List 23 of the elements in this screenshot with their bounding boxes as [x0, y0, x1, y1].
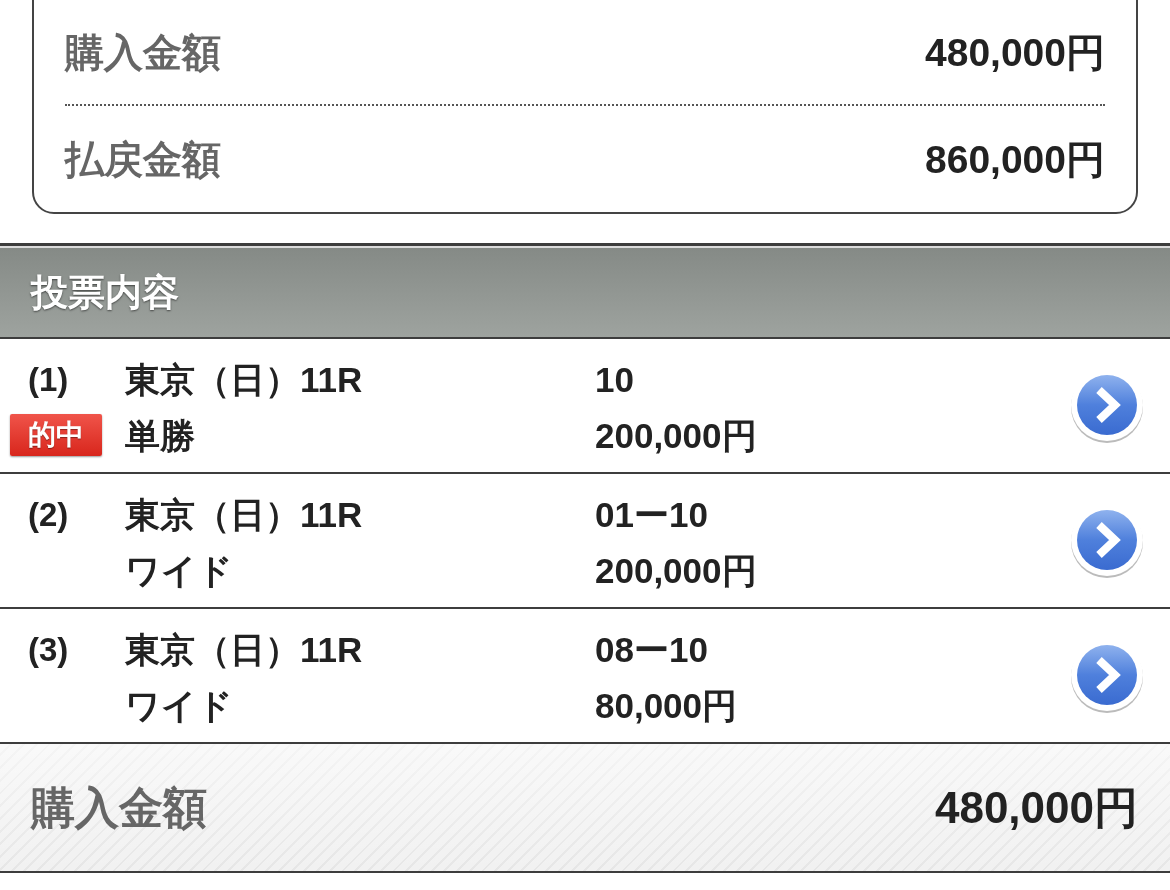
bet-selection: 01ー10 [595, 496, 708, 532]
bet-amount: 200,000円 [595, 417, 757, 453]
bet-number: (1) [28, 362, 69, 396]
race-name: 東京（日）11R [125, 361, 363, 397]
bet-selection: 10 [595, 361, 634, 397]
bet-number: (3) [28, 632, 69, 666]
race-name: 東京（日）11R [125, 631, 363, 667]
bet-type: ワイド [125, 552, 233, 588]
hit-badge: 的中 [10, 414, 102, 456]
bet-type: ワイド [125, 687, 233, 723]
total-label: 購入金額 [31, 785, 207, 830]
race-name: 東京（日）11R [125, 496, 363, 532]
summary-label: 払戻金額 [65, 139, 221, 179]
bet-amount: 200,000円 [595, 552, 757, 588]
summary-value: 480,000円 [925, 32, 1105, 72]
bet-type: 単勝 [125, 417, 195, 453]
bet-selection: 08ー10 [595, 631, 708, 667]
summary-label: 購入金額 [65, 32, 221, 72]
summary-value: 860,000円 [925, 139, 1105, 179]
total-value: 480,000円 [934, 785, 1138, 830]
bet-number: (2) [28, 497, 69, 531]
section-title: 投票内容 [31, 274, 179, 311]
bet-amount: 80,000円 [595, 687, 738, 723]
